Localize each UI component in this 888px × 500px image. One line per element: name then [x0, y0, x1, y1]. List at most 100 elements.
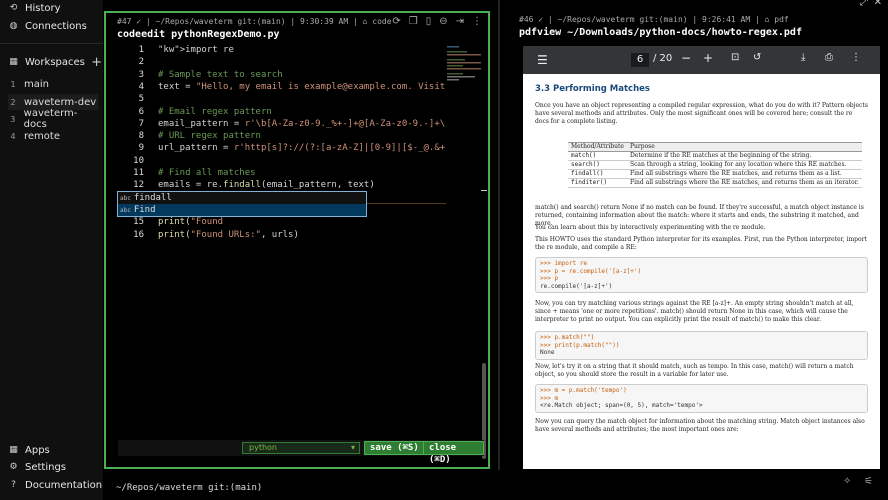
autocomplete-item[interactable]: abc findall	[118, 192, 366, 204]
table-cell: search()	[568, 160, 627, 170]
gear-icon: ⚙	[9, 462, 18, 472]
settings-item[interactable]: ⚙ Settings	[8, 462, 66, 473]
print-icon[interactable]: ⎙	[825, 52, 833, 63]
apps-icon: ▦	[9, 445, 18, 455]
zoom-out-icon[interactable]: −	[681, 51, 691, 65]
paragraph: You can learn about this by interactivel…	[535, 224, 766, 231]
autocomplete-popup: abc findall abc Find	[117, 191, 367, 217]
workspace-item-main[interactable]: 1 main	[8, 76, 98, 92]
code-line[interactable]: emails = re.findall(email_pattern, text)	[158, 180, 375, 190]
code-line: >>> m = p.match('tempo')	[540, 387, 627, 394]
grid-icon: ▦	[9, 57, 18, 67]
save-button[interactable]: save (⌘S)	[364, 441, 425, 455]
add-workspace-button[interactable]: +	[91, 55, 102, 70]
window-close-icon[interactable]: ✕	[874, 0, 882, 8]
pdf-viewer[interactable]: ☰ 6 / 20 − + ⊡ ↺ ⤓ ⎙ ⋮ 3.3 Performing Ma…	[523, 46, 880, 469]
code-line[interactable]: text = "Hello, my email is example@examp…	[158, 82, 446, 92]
paragraph: This HOWTO uses the standard Python inte…	[535, 236, 867, 251]
code-line[interactable]: # Sample text to search	[158, 70, 283, 80]
more-icon[interactable]: ⋮	[472, 16, 482, 27]
code-line: re.compile('[a-z]+')	[540, 282, 613, 290]
command-line: codeedit pythonRegexDemo.py	[117, 29, 280, 40]
section-heading: 3.3 Performing Matches	[535, 84, 650, 94]
table-row: finditer() Find all substrings where the …	[568, 178, 862, 188]
workspace-item-waveterm-docs[interactable]: 3 waveterm-docs	[8, 108, 98, 130]
connections-item[interactable]: ◍ Connections	[8, 21, 87, 32]
workspaces-header: ▦ Workspaces +	[8, 55, 102, 70]
code-line[interactable]: # URL regex pattern	[158, 131, 261, 141]
copy-icon[interactable]: ❐	[409, 16, 418, 27]
code-line[interactable]: # Find all matches	[158, 168, 256, 178]
code-line: >>> p	[540, 275, 559, 282]
close-button[interactable]: close (⌘D)	[423, 441, 484, 465]
bookmark-icon[interactable]: ▯	[426, 16, 432, 27]
code-line[interactable]: print("Found URLs:", urls)	[158, 230, 299, 240]
workspace-number: 3	[10, 114, 16, 124]
code-line: >>> m	[540, 394, 559, 402]
table-row: search() Scan through a string, looking f…	[568, 160, 862, 170]
line-number: 16	[133, 229, 144, 240]
block-header: #47 ✓ | ~/Repos/waveterm git:(main) | 9:…	[117, 17, 392, 26]
code-editor-block[interactable]: #47 ✓ | ~/Repos/waveterm git:(main) | 9:…	[104, 11, 490, 469]
window-expand-icon[interactable]: ⤢	[860, 0, 868, 8]
expand-icon[interactable]: ⇥	[456, 16, 464, 27]
code-line[interactable]: email_pattern = r'\b[A-Za-z0-9._%+-]+@[A…	[158, 119, 446, 129]
language-select[interactable]: python ▾	[242, 442, 360, 454]
more-icon[interactable]: ⋮	[851, 52, 861, 63]
code-line[interactable]: # Email regex pattern	[158, 107, 272, 117]
workspace-name: waveterm-dev	[24, 96, 97, 108]
minimize-icon[interactable]: ⊖	[439, 16, 447, 27]
connections-label: Connections	[25, 21, 87, 32]
refresh-icon[interactable]: ⟳	[392, 16, 400, 27]
table-cell: Determine if the RE matches at the begin…	[626, 151, 862, 161]
line-number: 12	[133, 180, 144, 191]
block-header: #46 ✓ | ~/Repos/waveterm git:(main) | 9:…	[519, 15, 789, 24]
text-icon: abc	[120, 194, 131, 202]
zoom-in-icon[interactable]: +	[703, 51, 713, 65]
download-icon[interactable]: ⤓	[801, 52, 805, 63]
settings-sliders-icon[interactable]: ⚟	[864, 476, 873, 487]
table-cell: Find all substrings where the RE matches…	[626, 169, 862, 179]
page-number-input[interactable]: 6	[631, 53, 649, 67]
line-number: 1	[138, 45, 144, 55]
line-number: 15	[133, 217, 144, 228]
line-number: 8	[138, 131, 144, 142]
rotate-icon[interactable]: ↺	[753, 52, 761, 63]
shell-prompt[interactable]: ~/Repos/waveterm git:(main)	[116, 483, 262, 493]
code-line[interactable]: url_pattern = r'http[s]?://(?:[a-zA-Z]|[…	[158, 143, 446, 153]
language-value: python	[249, 443, 277, 452]
table-row: match() Determine if the RE matches at th…	[568, 151, 862, 161]
history-item[interactable]: ⟲ History	[8, 3, 61, 14]
code-example: >>> p.match("") >>> print(p.match("")) N…	[535, 331, 868, 360]
workspace-name: remote	[24, 130, 60, 142]
line-number: 4	[138, 81, 144, 92]
sidebar: ⟲ History ◍ Connections ▦ Workspaces + 1…	[0, 0, 103, 500]
page-total: / 20	[653, 53, 673, 64]
table-cell: findall()	[568, 169, 627, 179]
workspaces-label: Workspaces	[25, 57, 85, 68]
apps-item[interactable]: ▦ Apps	[8, 445, 50, 456]
history-icon: ⟲	[9, 3, 18, 13]
code-example: >>> import re >>> p = re.compile('[a-z]+…	[535, 257, 868, 293]
line-number: 6	[138, 106, 144, 117]
workspace-item-remote[interactable]: 4 remote	[8, 128, 98, 144]
minimap[interactable]	[447, 44, 481, 84]
code-line: >>> p.match("")	[540, 334, 595, 341]
autocomplete-item-selected[interactable]: abc Find	[118, 204, 366, 216]
methods-table: Method/Attribute Purpose match() Determin…	[568, 142, 862, 188]
code-area[interactable]: 1 "kw">import re 2 3 # Sample text to search…	[116, 43, 446, 443]
line-number: 11	[133, 168, 144, 178]
menu-icon[interactable]: ☰	[537, 53, 548, 67]
documentation-item[interactable]: ? Documentation	[8, 480, 102, 491]
block-header-actions: ⟳ ❐ ▯ ⊖ ⇥ ⋮	[392, 16, 482, 27]
paragraph: Once you have an object representing a c…	[535, 102, 868, 125]
table-header: Method/Attribute	[568, 142, 627, 152]
history-label: History	[25, 3, 61, 14]
pdf-viewer-block[interactable]: #46 ✓ | ~/Repos/waveterm git:(main) | 9:…	[508, 11, 886, 469]
split-divider[interactable]	[498, 0, 500, 470]
code-line[interactable]: "kw">import re	[158, 45, 234, 55]
sparkle-icon[interactable]: ✧	[843, 476, 851, 487]
fit-page-icon[interactable]: ⊡	[731, 52, 739, 63]
code-line: >>> print(p.match(""))	[540, 341, 620, 349]
code-line[interactable]: print("Found	[158, 217, 223, 227]
